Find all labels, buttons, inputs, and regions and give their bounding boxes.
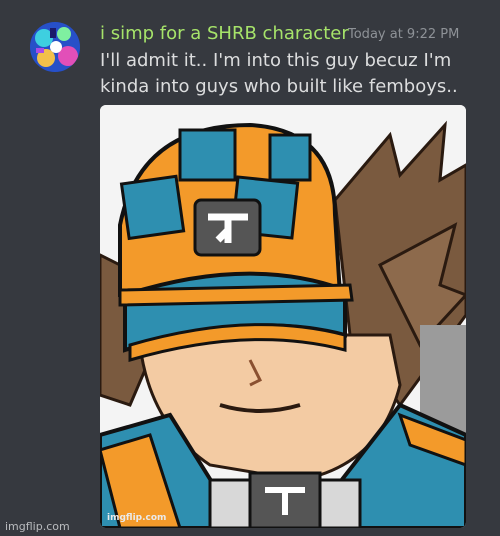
character-image [100, 105, 466, 528]
avatar[interactable] [30, 22, 80, 72]
message-text-line-2: kinda into guys who built like femboys.. [100, 76, 458, 97]
avatar-image [30, 22, 80, 72]
page-watermark: imgflip.com [5, 520, 70, 533]
message-timestamp: Today at 9:22 PM [348, 27, 460, 42]
message-text-line-1: I'll admit it.. I'm into this guy becuz … [100, 50, 452, 71]
image-attachment[interactable] [100, 105, 466, 528]
author-name[interactable]: i simp for a SHRB character [100, 23, 349, 44]
image-watermark: imgflip.com [107, 513, 167, 523]
